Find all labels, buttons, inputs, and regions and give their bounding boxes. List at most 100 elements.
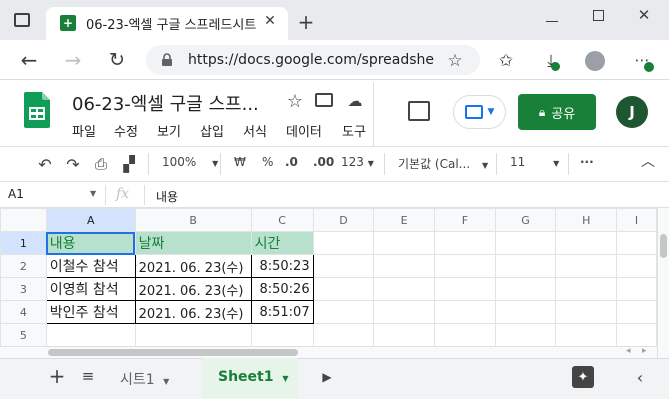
vertical-scrollbar[interactable] bbox=[657, 208, 669, 358]
row-header[interactable]: 3 bbox=[0, 277, 47, 301]
cell[interactable] bbox=[434, 277, 496, 301]
font-select[interactable]: 기본값 (Cal... ▼ bbox=[398, 155, 488, 172]
redo-icon[interactable]: ↷ bbox=[64, 155, 82, 174]
cell-c2[interactable]: 8:50:23 bbox=[250, 254, 314, 278]
menu-file[interactable]: 파일 bbox=[72, 121, 96, 140]
scroll-left-icon[interactable]: ◂ bbox=[626, 346, 631, 356]
cell[interactable] bbox=[616, 277, 657, 301]
minimize-icon[interactable] bbox=[545, 14, 559, 28]
new-tab-icon[interactable]: + bbox=[296, 10, 316, 34]
present-button[interactable]: ▼ bbox=[453, 95, 506, 129]
menu-insert[interactable]: 삽입 bbox=[200, 121, 224, 140]
cell[interactable] bbox=[312, 323, 375, 346]
scroll-right-icon[interactable]: ▸ bbox=[642, 346, 647, 356]
horizontal-scrollbar[interactable]: ◂ ▸ bbox=[0, 346, 657, 358]
move-folder-icon[interactable] bbox=[315, 93, 333, 107]
zoom-select[interactable]: 100% ▼ bbox=[162, 155, 218, 169]
close-window-icon[interactable]: ✕ bbox=[635, 6, 653, 24]
collapse-menus-icon[interactable]: ︿ bbox=[640, 153, 656, 170]
cell-b1[interactable]: 날짜 bbox=[134, 231, 252, 255]
share-button[interactable]: 🔒︎ 공유 bbox=[518, 94, 596, 130]
cell[interactable] bbox=[616, 300, 657, 324]
column-header[interactable]: I bbox=[616, 208, 657, 232]
document-title[interactable]: 06-23-엑셀 구글 스프... bbox=[72, 90, 259, 116]
cell[interactable] bbox=[434, 323, 496, 346]
cell-a4[interactable]: 박인주 참석 bbox=[45, 300, 136, 324]
more-tools-button[interactable]: ··· bbox=[580, 155, 594, 169]
profile-icon[interactable] bbox=[585, 51, 605, 71]
currency-format-button[interactable]: ₩ bbox=[234, 155, 246, 169]
cell[interactable] bbox=[434, 254, 496, 278]
cell[interactable] bbox=[373, 254, 435, 278]
cell-b2[interactable]: 2021. 06. 23(수) bbox=[134, 254, 252, 278]
cell[interactable] bbox=[555, 277, 618, 301]
cell[interactable] bbox=[373, 231, 435, 255]
column-header[interactable]: H bbox=[555, 208, 618, 232]
back-icon[interactable]: ← bbox=[18, 48, 40, 72]
cell-c1[interactable]: 시간 bbox=[250, 231, 314, 255]
add-sheet-icon[interactable]: + bbox=[48, 364, 66, 388]
cell-b3[interactable]: 2021. 06. 23(수) bbox=[134, 277, 252, 301]
cell-a3[interactable]: 이영희 참석 bbox=[45, 277, 136, 301]
cell[interactable] bbox=[373, 300, 435, 324]
column-header[interactable]: D bbox=[312, 208, 375, 232]
cell[interactable] bbox=[616, 254, 657, 278]
sheet-tab-active[interactable]: Sheet1 ▼ bbox=[202, 358, 298, 398]
column-header[interactable]: F bbox=[434, 208, 496, 232]
sheets-logo-icon[interactable] bbox=[24, 92, 50, 128]
cell[interactable] bbox=[616, 231, 657, 255]
cell[interactable] bbox=[494, 277, 557, 301]
cell[interactable] bbox=[312, 231, 375, 255]
cell[interactable] bbox=[312, 277, 375, 301]
favorite-add-icon[interactable]: ☆ bbox=[446, 51, 464, 71]
cell[interactable] bbox=[434, 231, 496, 255]
side-panel-toggle-icon[interactable]: ‹ bbox=[632, 368, 648, 387]
percent-format-button[interactable]: % bbox=[262, 155, 273, 169]
cell[interactable] bbox=[250, 323, 314, 346]
column-header[interactable]: A bbox=[45, 208, 136, 232]
cell[interactable] bbox=[555, 323, 618, 346]
cloud-status-icon[interactable]: ☁ bbox=[345, 92, 365, 110]
cell[interactable] bbox=[494, 323, 557, 346]
favorites-icon[interactable]: ✩ bbox=[496, 51, 516, 71]
row-header[interactable]: 5 bbox=[0, 323, 47, 346]
horizontal-scroll-thumb[interactable] bbox=[48, 349, 298, 356]
cell[interactable] bbox=[434, 300, 496, 324]
column-header[interactable]: B bbox=[134, 208, 252, 232]
maximize-icon[interactable] bbox=[593, 10, 604, 21]
close-tab-icon[interactable]: ✕ bbox=[262, 13, 278, 29]
avatar[interactable]: J bbox=[616, 96, 648, 128]
cell[interactable] bbox=[555, 254, 618, 278]
select-all-corner[interactable] bbox=[0, 208, 47, 232]
cell[interactable] bbox=[373, 277, 435, 301]
column-header[interactable]: C bbox=[250, 208, 314, 232]
undo-icon[interactable]: ↶ bbox=[36, 155, 54, 174]
menu-view[interactable]: 보기 bbox=[157, 121, 181, 140]
name-box[interactable]: A1 ▼ bbox=[0, 184, 104, 206]
menu-format[interactable]: 서식 bbox=[243, 121, 267, 140]
comments-icon[interactable] bbox=[408, 101, 430, 121]
increase-decimal-button[interactable]: .00 bbox=[313, 155, 334, 169]
cell[interactable] bbox=[616, 323, 657, 346]
cell[interactable] bbox=[494, 254, 557, 278]
cell-c4[interactable]: 8:51:07 bbox=[250, 300, 314, 324]
cell[interactable] bbox=[373, 323, 435, 346]
more-formats-select[interactable]: 123 ▼ bbox=[341, 155, 374, 169]
url-text[interactable]: https://docs.google.com/spreadsheet... bbox=[188, 52, 434, 68]
reload-icon[interactable]: ↻ bbox=[106, 49, 128, 71]
row-header[interactable]: 4 bbox=[0, 300, 47, 324]
vertical-scroll-thumb[interactable] bbox=[660, 234, 667, 258]
cell[interactable] bbox=[555, 300, 618, 324]
cell[interactable] bbox=[494, 231, 557, 255]
all-sheets-icon[interactable]: ≡ bbox=[80, 367, 96, 385]
column-header[interactable]: E bbox=[373, 208, 435, 232]
paint-format-icon[interactable]: ▞ bbox=[120, 155, 138, 173]
row-header[interactable]: 2 bbox=[0, 254, 47, 278]
tab-actions-icon[interactable] bbox=[14, 13, 30, 27]
menu-edit[interactable]: 수정 bbox=[114, 121, 138, 140]
decrease-decimal-button[interactable]: .0 bbox=[285, 155, 298, 169]
font-size-select[interactable]: 11 ▼ bbox=[510, 155, 559, 169]
cell[interactable] bbox=[312, 300, 375, 324]
cell[interactable] bbox=[312, 254, 375, 278]
cell[interactable] bbox=[555, 231, 618, 255]
